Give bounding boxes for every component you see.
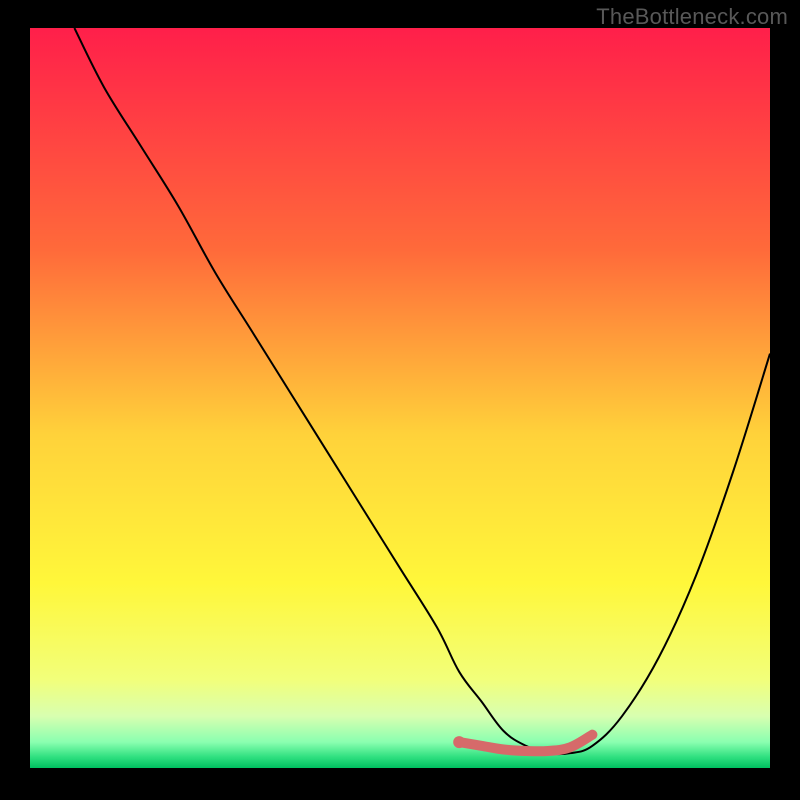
plot-area — [30, 28, 770, 768]
chart-svg — [30, 28, 770, 768]
chart-frame: TheBottleneck.com — [0, 0, 800, 800]
highlight-start-dot — [453, 736, 465, 748]
watermark-text: TheBottleneck.com — [596, 4, 788, 30]
